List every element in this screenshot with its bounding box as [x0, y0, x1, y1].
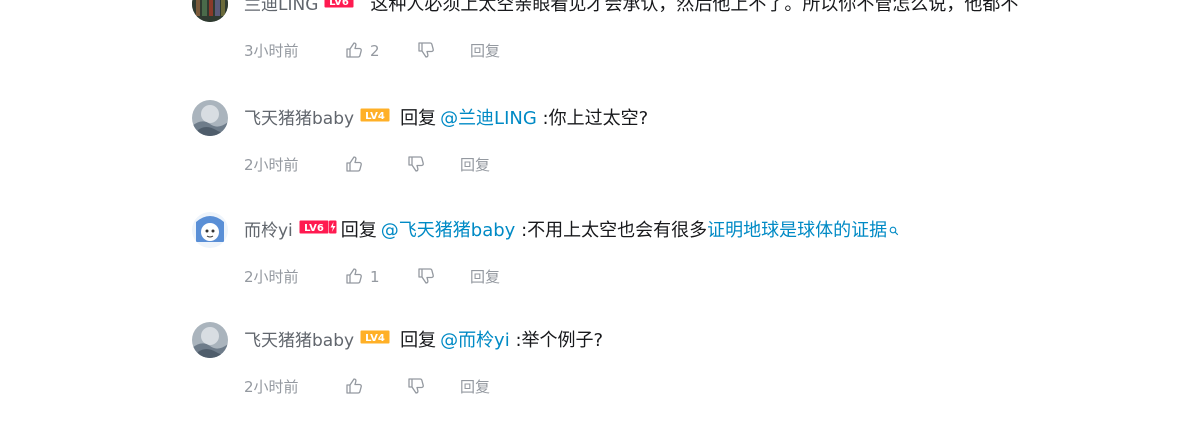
reply-meta: 2小时前 回复	[244, 375, 490, 399]
username[interactable]: 飞天猪猪baby	[244, 109, 354, 129]
reply-prefix: 回复	[400, 108, 437, 129]
reply-line: 兰迪LING LV6 这种人必须上太空亲眼看见才会承认，然后他上不了。所以你不管…	[244, 0, 1018, 17]
level-badge: LV4	[360, 327, 390, 351]
reply-content: :举个例子?	[515, 330, 604, 351]
thumbs-down-icon	[416, 266, 436, 293]
reply-button[interactable]: 回复	[460, 156, 490, 174]
svg-text:LV6: LV6	[330, 0, 350, 8]
reply-content: 这种人必须上太空亲眼看见才会承认，然后他上不了。所以你不管怎么说，他都不	[370, 0, 1019, 15]
username[interactable]: 而柃yi	[244, 221, 293, 241]
avatar[interactable]	[192, 322, 228, 358]
like-button[interactable]: 1	[344, 265, 416, 293]
reply-item: 兰迪LING LV6 这种人必须上太空亲眼看见才会承认，然后他上不了。所以你不管…	[192, 0, 1203, 86]
reply-item: 飞天猪猪baby LV4 回复 @兰迪LING :你上过太空? 2小时前 回复	[192, 100, 1203, 200]
reply-prefix: 回复	[400, 330, 437, 351]
search-keyword-link[interactable]: 证明地球是球体的证据	[707, 220, 887, 241]
reply-content: :你上过太空?	[542, 108, 649, 129]
reply-button[interactable]: 回复	[460, 378, 490, 396]
dislike-button[interactable]	[406, 375, 460, 403]
mention-link[interactable]: @而柃yi	[440, 330, 510, 351]
svg-text:LV6: LV6	[304, 223, 324, 234]
like-button[interactable]	[344, 375, 406, 403]
avatar[interactable]	[192, 0, 228, 22]
reply-time: 2小时前	[244, 268, 299, 286]
dislike-button[interactable]	[416, 39, 470, 67]
reply-time: 2小时前	[244, 156, 299, 174]
like-button[interactable]	[344, 153, 406, 181]
username[interactable]: 飞天猪猪baby	[244, 331, 354, 351]
like-count: 2	[370, 42, 380, 60]
reply-item: 飞天猪猪baby LV4 回复 @而柃yi :举个例子? 2小时前 回复	[192, 322, 1203, 422]
username[interactable]: 兰迪LING	[244, 0, 318, 15]
reply-item: 而柃yi LV6 回复 @飞天猪猪baby :不用上太空也会有很多证明地球是球体的…	[192, 212, 1203, 312]
reply-button[interactable]: 回复	[470, 268, 500, 286]
svg-text:LV4: LV4	[365, 333, 385, 344]
reply-meta: 2小时前 1 回复	[244, 265, 500, 289]
search-icon	[889, 219, 899, 243]
thumbs-down-icon	[416, 40, 436, 67]
mention-link[interactable]: @飞天猪猪baby	[381, 220, 516, 241]
reply-time: 2小时前	[244, 378, 299, 396]
thumbs-up-icon	[344, 154, 364, 181]
dislike-button[interactable]	[416, 265, 470, 293]
thumbs-down-icon	[406, 154, 426, 181]
reply-time: 3小时前	[244, 42, 299, 60]
svg-text:LV4: LV4	[365, 111, 385, 122]
reply-line: 而柃yi LV6 回复 @飞天猪猪baby :不用上太空也会有很多证明地球是球体的…	[244, 219, 899, 243]
reply-content: :不用上太空也会有很多	[521, 220, 708, 241]
dislike-button[interactable]	[406, 153, 460, 181]
avatar[interactable]	[192, 100, 228, 136]
level-badge: LV6	[324, 0, 354, 15]
reply-line: 飞天猪猪baby LV4 回复 @而柃yi :举个例子?	[244, 329, 603, 353]
thumbs-up-icon	[344, 266, 364, 293]
level-badge: LV6	[299, 217, 337, 241]
reply-meta: 2小时前 回复	[244, 153, 490, 177]
reply-meta: 3小时前 2 回复	[244, 39, 500, 63]
thumbs-up-icon	[344, 376, 364, 403]
level-badge: LV4	[360, 105, 390, 129]
reply-prefix: 回复	[340, 220, 377, 241]
mention-link[interactable]: @兰迪LING	[440, 108, 537, 129]
avatar[interactable]	[192, 212, 228, 248]
thumbs-down-icon	[406, 376, 426, 403]
like-count: 1	[370, 268, 380, 286]
reply-line: 飞天猪猪baby LV4 回复 @兰迪LING :你上过太空?	[244, 107, 648, 131]
reply-button[interactable]: 回复	[470, 42, 500, 60]
thumbs-up-icon	[344, 40, 364, 67]
like-button[interactable]: 2	[344, 39, 416, 67]
